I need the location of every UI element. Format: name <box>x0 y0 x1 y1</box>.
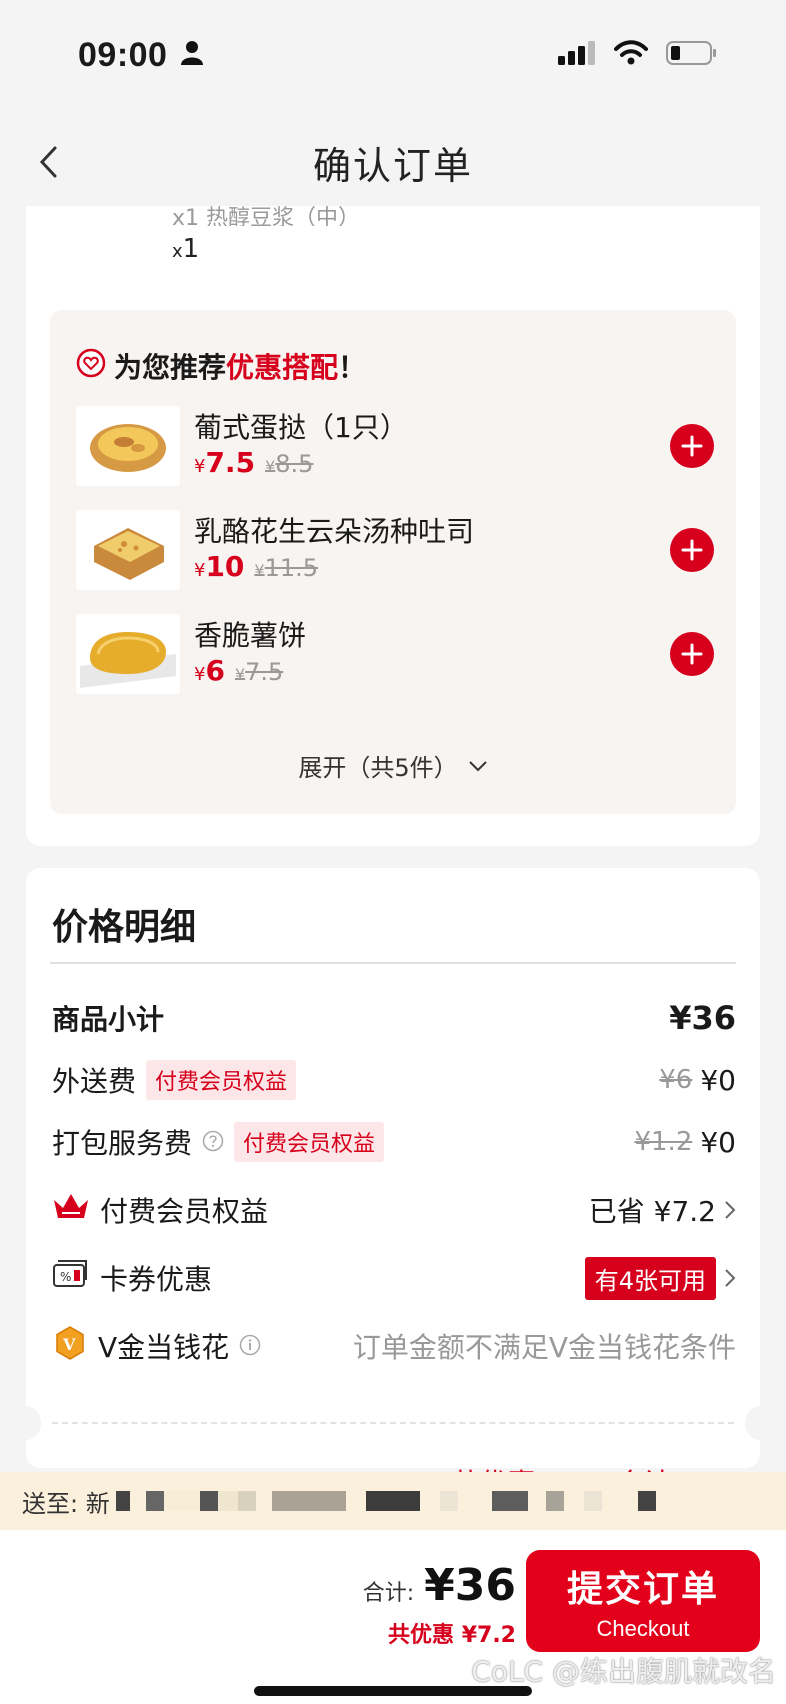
qty-prefix: x <box>172 241 183 262</box>
plus-icon <box>681 435 703 457</box>
recommend-item-name: 香脆薯饼 <box>194 619 307 652</box>
member-benefit-tag: 付费会员权益 <box>146 1060 297 1100</box>
packing-fee-value: ¥0 <box>700 1125 736 1159</box>
vgold-row: V V金当钱花 订单金额不满足V金当钱花条件 <box>52 1324 736 1368</box>
add-button[interactable] <box>670 528 714 572</box>
order-item-qty: x1 <box>172 234 199 264</box>
qty-value: 1 <box>182 234 200 264</box>
original-price: 7.5 <box>245 658 284 686</box>
svg-text:%: % <box>60 1270 71 1284</box>
price-details-card: 价格明细 商品小计 ¥36 外送费 付费会员权益 ¥6 ¥0 打包服务费 付费会… <box>11 868 775 1472</box>
dashed-divider <box>52 1422 734 1424</box>
recommend-head-prefix: 为您推荐 <box>114 351 227 384</box>
recommend-item-name: 乳酪花生云朵汤种吐司 <box>194 515 475 548</box>
status-bar: 09:00 <box>0 0 786 110</box>
order-item-name: x1 热醇豆浆（中） <box>172 206 361 226</box>
subtotal-row: 商品小计 ¥36 <box>52 996 736 1040</box>
recommend-item-price: ¥6 ¥7.5 <box>194 654 284 687</box>
subtotal-label: 商品小计 <box>52 1003 165 1036</box>
recommend-head-highlight: 优惠搭配 <box>226 351 339 384</box>
delivery-fee-original: ¥6 <box>659 1065 693 1095</box>
delivery-address-bar[interactable]: 送至: 新 <box>0 1472 786 1530</box>
wifi-icon <box>614 40 648 70</box>
current-price: 10 <box>205 550 245 583</box>
order-items-card: x1 热醇豆浆（中） x1 为您推荐优惠搭配！ 葡式蛋挞（1只） ¥7.5 ¥8… <box>26 206 760 846</box>
recommend-item-name: 葡式蛋挞（1只） <box>194 411 408 444</box>
address-mosaic <box>115 1491 656 1511</box>
delivery-fee-value: ¥0 <box>700 1063 736 1097</box>
coupon-available-badge: 有4张可用 <box>584 1256 716 1300</box>
recommend-item[interactable]: 乳酪花生云朵汤种吐司 ¥10 ¥11.5 <box>76 510 716 594</box>
chevron-right-icon <box>725 1201 736 1219</box>
price-details-title: 价格明细 <box>52 907 197 948</box>
bottom-action-bar: 合计: ¥36 共优惠 ¥7.2 提交订单 Checkout CoLC @练出腹… <box>0 1530 786 1704</box>
total-amount: ¥36 <box>424 1560 516 1611</box>
recommend-head-suffix: ！ <box>338 351 367 384</box>
ticket-notch <box>745 1406 775 1440</box>
plus-icon <box>681 539 703 561</box>
battery-icon <box>666 40 718 70</box>
page-title: 确认订单 <box>312 143 473 188</box>
submit-order-label: 提交订单 <box>566 1569 719 1610</box>
recommend-panel: 为您推荐优惠搭配！ 葡式蛋挞（1只） ¥7.5 ¥8.5 乳酪花生云朵汤种吐司 … <box>50 310 736 814</box>
packing-fee-label: 打包服务费 <box>52 1127 193 1160</box>
chevron-right-icon <box>725 1269 736 1287</box>
member-benefit-row[interactable]: 付费会员权益 已省 ¥7.2 <box>52 1188 736 1232</box>
plus-icon <box>681 643 703 665</box>
subtotal-value: ¥36 <box>669 999 736 1037</box>
nav-bar: 确认订单 <box>0 120 786 204</box>
order-total: 合计: ¥36 共优惠 ¥7.2 <box>363 1560 516 1649</box>
submit-order-button[interactable]: 提交订单 Checkout <box>526 1550 760 1652</box>
submit-order-sublabel: Checkout <box>596 1616 690 1641</box>
original-price: 8.5 <box>275 450 314 478</box>
member-benefit-value: 已省 ¥7.2 <box>588 1195 716 1228</box>
current-price: 7.5 <box>205 446 256 479</box>
help-icon[interactable] <box>202 1126 224 1159</box>
recommend-item[interactable]: 香脆薯饼 ¥6 ¥7.5 <box>76 614 716 698</box>
recommend-item-price: ¥7.5 ¥8.5 <box>194 446 314 479</box>
member-benefit-label: 付费会员权益 <box>100 1195 269 1228</box>
status-time: 09:00 <box>78 35 168 74</box>
egg-tart-image <box>76 406 180 486</box>
current-price: 6 <box>205 654 225 687</box>
saved-amount: 共优惠 ¥7.2 <box>388 1623 516 1648</box>
coupon-icon: % <box>52 1259 90 1297</box>
svg-text:V: V <box>62 1335 76 1354</box>
recommend-item[interactable]: 葡式蛋挞（1只） ¥7.5 ¥8.5 <box>76 406 716 490</box>
delivery-fee-row: 外送费 付费会员权益 ¥6 ¥0 <box>52 1058 736 1102</box>
address-text: 送至: 新 <box>22 1489 110 1518</box>
original-price: 11.5 <box>264 554 319 582</box>
recommend-item-price: ¥10 ¥11.5 <box>194 550 319 583</box>
expand-button[interactable]: 展开（共5件） <box>50 748 736 783</box>
delivery-fee-label: 外送费 <box>52 1065 137 1098</box>
heart-icon <box>76 348 106 385</box>
add-button[interactable] <box>670 632 714 676</box>
info-icon[interactable] <box>239 1330 261 1363</box>
coupon-label: 卡券优惠 <box>100 1263 213 1296</box>
divider <box>50 962 736 964</box>
back-button[interactable] <box>26 140 70 184</box>
member-benefit-tag: 付费会员权益 <box>234 1122 385 1162</box>
recommend-heading: 为您推荐优惠搭配！ <box>76 346 366 386</box>
home-indicator[interactable] <box>254 1686 532 1696</box>
toast-image <box>76 510 180 590</box>
vgold-label: V金当钱花 <box>98 1331 230 1364</box>
coupon-row[interactable]: % 卡券优惠 有4张可用 <box>52 1256 736 1300</box>
person-icon <box>181 40 204 70</box>
add-button[interactable] <box>670 424 714 468</box>
chevron-left-icon <box>39 146 57 178</box>
ticket-notch <box>11 1406 41 1440</box>
packing-fee-row: 打包服务费 付费会员权益 ¥1.2 ¥0 <box>52 1120 736 1164</box>
hash-brown-image <box>76 614 180 694</box>
total-label: 合计: <box>362 1581 415 1606</box>
summary-total-partial: 共优惠 ¥7.2 合计 ¥36 <box>452 1462 735 1472</box>
watermark: CoLC @练出腹肌就改名 <box>471 1655 776 1688</box>
vgold-coin-icon: V <box>52 1325 88 1368</box>
crown-icon <box>52 1192 90 1229</box>
cellular-signal-icon <box>558 40 596 70</box>
expand-label: 展开（共5件） <box>298 754 458 782</box>
chevron-down-icon <box>468 760 487 771</box>
vgold-status: 订单金额不满足V金当钱花条件 <box>352 1331 736 1364</box>
packing-fee-original: ¥1.2 <box>634 1127 693 1157</box>
